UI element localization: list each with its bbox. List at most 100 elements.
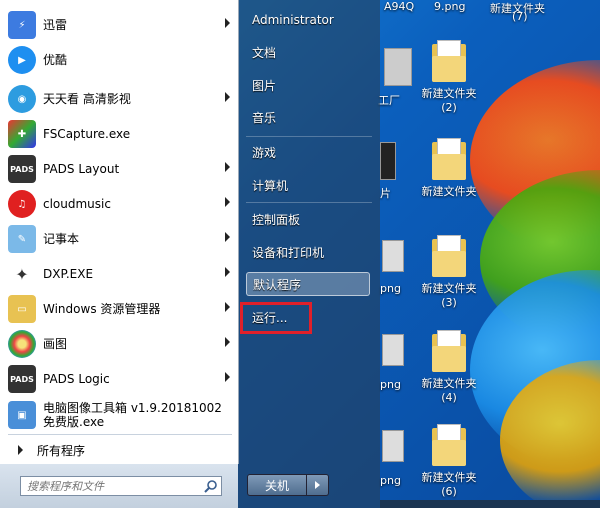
folder-number: (4) [441,391,457,404]
submenu-arrow-icon [225,162,230,172]
separator [246,136,372,137]
desktop-label: 片 [380,187,391,200]
default-programs-link[interactable]: 默认程序 [246,272,370,296]
folder-label: 新建文件夹 [421,87,477,100]
folder-label: 新建文件夹 [421,377,477,390]
separator [8,434,232,435]
program-label: 迅雷 [43,18,68,32]
thunder-icon: ⚡ [8,11,36,39]
paint-icon [8,330,36,358]
program-label: 电脑图像工具箱 v1.9.20181002 免费版.exe [43,401,222,429]
dxp-icon: ✦ [8,260,36,288]
file-thumbnail[interactable] [380,142,396,180]
start-menu: ⚡ 迅雷 ▶ 优酷 ◉ 天天看 高清影视 ✚ FSCapture.exe PAD… [0,0,380,508]
arrow-right-icon [18,445,23,455]
desktop-folder[interactable]: 新建文件夹 (2) [414,40,484,114]
desktop-label: png [380,282,401,295]
submenu-arrow-icon [225,232,230,242]
program-label: PADS Layout [43,162,120,176]
desktop-folder[interactable]: 新建文件夹 (6) [414,424,484,498]
music-link[interactable]: 音乐 [246,105,370,129]
desktop-label: 9.png [434,0,466,13]
program-label: 优酷 [43,53,68,67]
user-folder-link[interactable]: Administrator [246,8,370,32]
desktop-folder[interactable]: 新建文件夹 [414,138,484,199]
program-item-youku[interactable]: ▶ 优酷 [8,43,236,77]
documents-link[interactable]: 文档 [246,40,370,64]
right-pane: Administrator 文档 图片 音乐 游戏 计算机 控制面板 设备和打印… [238,0,380,508]
search-input[interactable] [20,476,222,496]
program-label: FSCapture.exe [43,127,131,141]
image-toolbox-icon: ▣ [8,401,36,429]
folder-number: (6) [441,485,457,498]
folder-icon [432,138,466,180]
fscapture-icon: ✚ [8,120,36,148]
arrow-right-icon [315,481,320,489]
desktop-folder[interactable]: 新建文件夹 (4) [414,330,484,404]
program-item-paint[interactable]: 画图 [8,327,236,361]
cloudmusic-icon: ♫ [8,190,36,218]
desktop-label: png [380,378,401,391]
shutdown-options-button[interactable] [307,474,329,496]
control-panel-link[interactable]: 控制面板 [246,207,370,231]
program-item-pads-logic[interactable]: PADS PADS Logic [8,362,236,396]
program-item-explorer[interactable]: ▭ Windows 资源管理器 [8,292,236,326]
submenu-arrow-icon [225,372,230,382]
submenu-arrow-icon [225,92,230,102]
file-thumbnail[interactable] [382,334,404,366]
program-item-pads-layout[interactable]: PADS PADS Layout [8,152,236,186]
tiantiankan-icon: ◉ [8,85,36,113]
program-label: 天天看 高清影视 [43,92,131,106]
separator [246,202,372,203]
program-label: PADS Logic [43,372,110,386]
program-item-fscapture[interactable]: ✚ FSCapture.exe [8,117,236,151]
submenu-arrow-icon [225,197,230,207]
program-item-cloudmusic[interactable]: ♫ cloudmusic [8,187,236,221]
folder-label: 新建文件夹 [421,471,477,484]
program-list-pane: ⚡ 迅雷 ▶ 优酷 ◉ 天天看 高清影视 ✚ FSCapture.exe PAD… [0,0,239,464]
file-thumbnail[interactable] [384,48,412,86]
desktop-label: A94Q [384,0,415,13]
program-item-image-toolbox[interactable]: ▣ 电脑图像工具箱 v1.9.20181002 免费版.exe [8,397,236,433]
devices-printers-link[interactable]: 设备和打印机 [246,240,370,264]
program-item-thunder[interactable]: ⚡ 迅雷 [8,8,236,42]
run-highlight-box [240,302,312,334]
youku-icon: ▶ [8,46,36,74]
program-item-tiantiankan[interactable]: ◉ 天天看 高清影视 [8,82,236,116]
desktop-label: png [380,474,401,487]
folder-number: (2) [441,101,457,114]
search-icon[interactable] [204,479,218,493]
submenu-arrow-icon [225,302,230,312]
desktop-label: (7) [512,10,528,23]
submenu-arrow-icon [225,267,230,277]
all-programs-button[interactable]: 所有程序 [8,438,232,462]
program-label: cloudmusic [43,197,111,211]
file-thumbnail[interactable] [382,430,404,462]
computer-link[interactable]: 计算机 [246,173,370,197]
pads-layout-icon: PADS [8,155,36,183]
explorer-icon: ▭ [8,295,36,323]
program-item-notepad[interactable]: ✎ 记事本 [8,222,236,256]
folder-label: 新建文件夹 [421,282,477,295]
folder-icon [432,330,466,372]
folder-icon [432,40,466,82]
folder-icon [432,424,466,466]
taskbar [380,500,600,508]
all-programs-label: 所有程序 [37,443,86,458]
shutdown-button[interactable]: 关机 [247,474,307,496]
pictures-link[interactable]: 图片 [246,73,370,97]
program-label: 记事本 [43,232,80,246]
folder-label: 新建文件夹 [421,185,477,198]
folder-icon [432,235,466,277]
submenu-arrow-icon [225,337,230,347]
file-thumbnail[interactable] [382,240,404,272]
pads-logic-icon: PADS [8,365,36,393]
submenu-arrow-icon [225,18,230,28]
program-item-dxp[interactable]: ✦ DXP.EXE [8,257,236,291]
desktop-label: 工厂 [378,94,400,107]
folder-number: (3) [441,296,457,309]
program-label: 画图 [43,337,68,351]
notepad-icon: ✎ [8,225,36,253]
desktop-folder[interactable]: 新建文件夹 (3) [414,235,484,309]
games-link[interactable]: 游戏 [246,140,370,164]
